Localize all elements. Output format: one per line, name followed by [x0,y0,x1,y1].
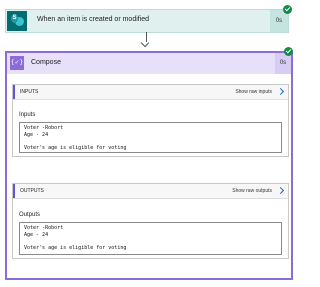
input-line: Voter's age is eligible for voting [24,145,127,151]
section-accent [13,85,15,99]
outputs-title: OUTPUTS [20,188,44,194]
inputs-field-label: Inputs [19,112,36,118]
input-line: Voter -Robort [24,125,64,131]
compose-braces-icon: {✓} [10,56,24,70]
trigger-card[interactable]: S When an item is created or modified 0s [5,9,289,33]
success-check-icon [284,47,293,56]
success-check-icon [283,5,292,14]
output-line: Age - 24 [24,232,49,238]
output-line: Voter -Robort [24,225,64,231]
arrow-down-icon [140,38,150,48]
compose-title: Compose [31,59,61,66]
inputs-value-box: Voter -Robort Age - 24 Voter's age is el… [19,122,282,153]
outputs-value-box: Voter -Robort Age - 24 Voter's age is el… [19,222,282,255]
outputs-header: OUTPUTS Show raw outputs [13,184,288,199]
chevron-right-icon[interactable] [276,186,285,195]
inputs-title: INPUTS [20,89,39,95]
input-line: Age - 24 [24,132,49,138]
outputs-field-label: Outputs [19,212,41,218]
inputs-header: INPUTS Show raw inputs [13,85,288,100]
outputs-section: OUTPUTS Show raw outputs Outputs Voter -… [12,183,289,259]
chevron-right-icon[interactable] [276,87,285,96]
compose-duration: 0s [275,53,291,74]
section-accent [13,184,15,198]
trigger-title: When an item is created or modified [37,16,150,23]
compose-card[interactable]: {✓} Compose 0s INPUTS Show raw inputs In… [5,51,293,280]
output-line: Voter's age is eligible for voting [24,245,127,251]
sharepoint-icon: S [7,11,27,31]
inputs-section: INPUTS Show raw inputs Inputs Voter -Rob… [12,84,289,157]
show-raw-outputs-link[interactable]: Show raw outputs [232,188,272,194]
show-raw-inputs-link[interactable]: Show raw inputs [235,89,272,95]
compose-header[interactable]: {✓} Compose 0s [7,53,291,74]
